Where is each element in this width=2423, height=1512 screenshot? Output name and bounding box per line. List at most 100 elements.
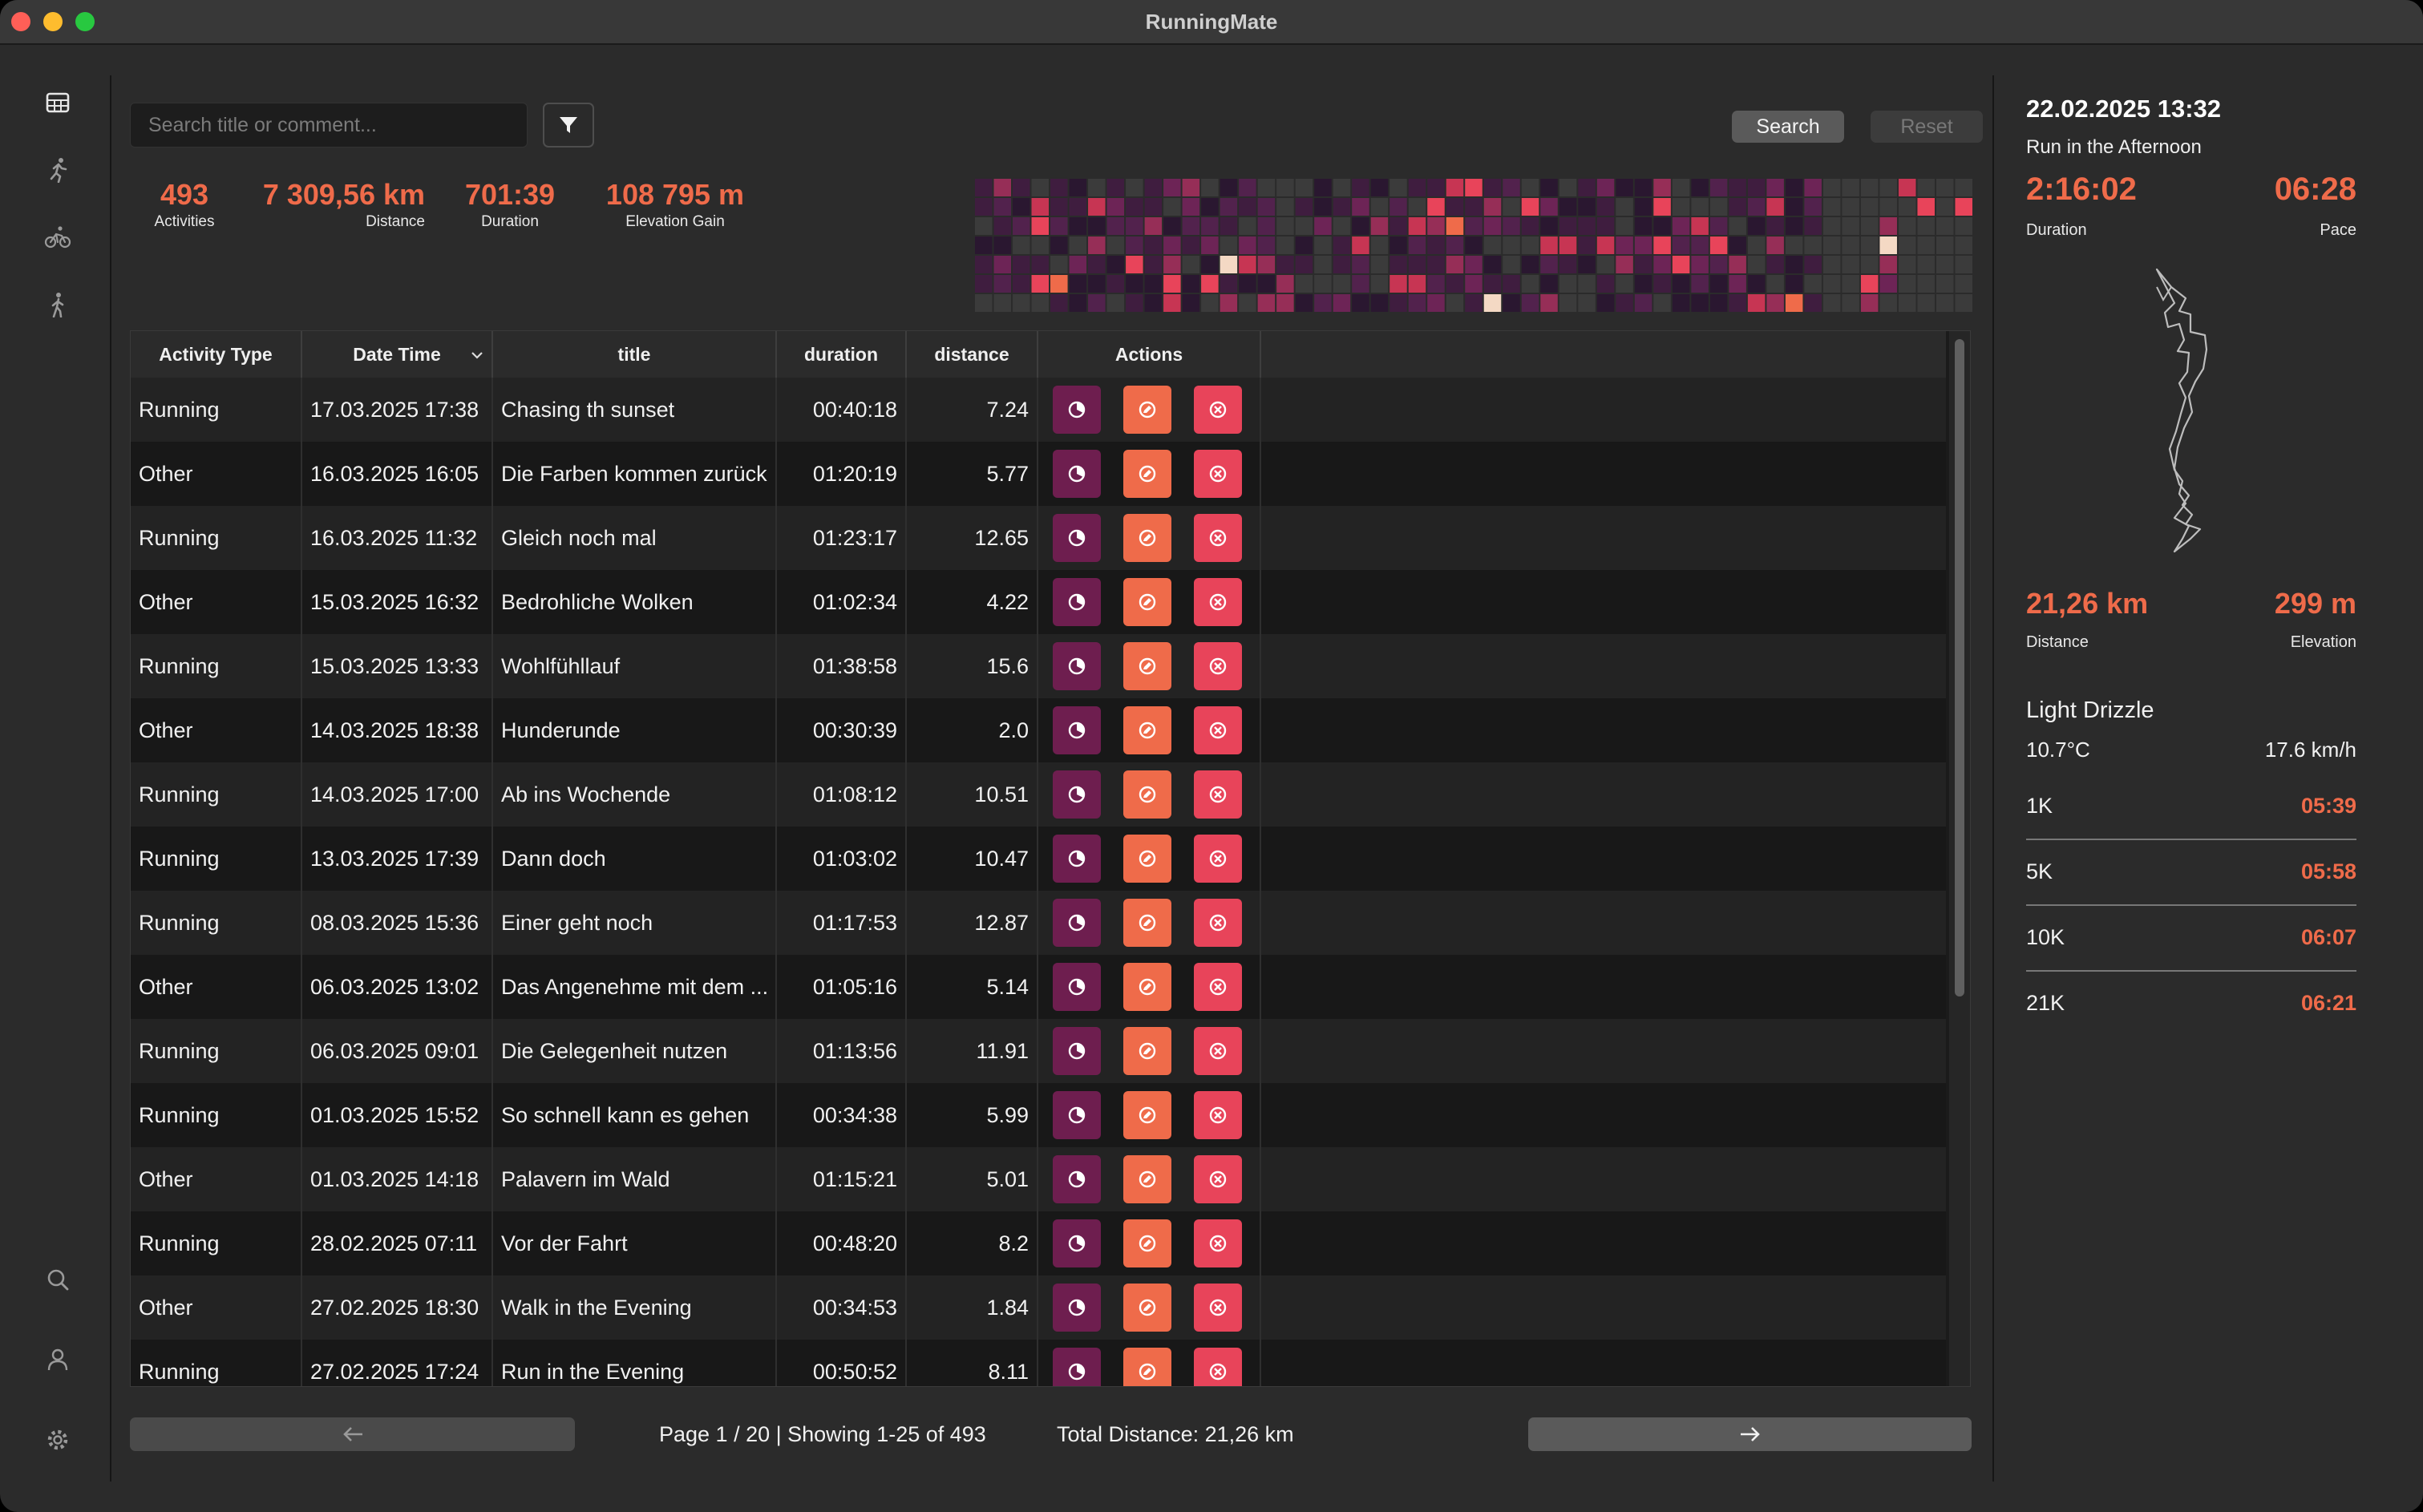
delete-activity-button[interactable] [1194,963,1242,1011]
heatmap-cell [1069,198,1087,216]
view-activity-button[interactable] [1053,770,1101,819]
table-row[interactable]: Other 14.03.2025 18:38 Hunderunde 00:30:39 2… [131,698,1946,762]
table-row[interactable]: Other 06.03.2025 13:02 Das Angenehme mit d… [131,955,1946,1019]
search-button[interactable]: Search [1732,111,1844,143]
reset-button[interactable]: Reset [1871,111,1983,143]
delete-activity-button[interactable] [1194,642,1242,690]
delete-activity-button[interactable] [1194,1219,1242,1267]
view-activity-button[interactable] [1053,386,1101,434]
table-row[interactable]: Other 01.03.2025 14:18 Palavern im Wald 01:… [131,1147,1946,1211]
column-header-duration[interactable]: duration [777,331,907,378]
edit-activity-button[interactable] [1123,899,1171,947]
table-row[interactable]: Running 08.03.2025 15:36 Einer geht noch 01… [131,891,1946,955]
table-row[interactable]: Running 13.03.2025 17:39 Dann doch 01:03:02… [131,827,1946,891]
edit-activity-button[interactable] [1123,770,1171,819]
filter-button[interactable] [543,103,594,148]
view-activity-button[interactable] [1053,1348,1101,1386]
column-header-distance[interactable]: distance [907,331,1038,378]
view-activity-button[interactable] [1053,1091,1101,1139]
view-activity-button[interactable] [1053,1027,1101,1075]
table-row[interactable]: Other 16.03.2025 16:05 Die Farben kommen z… [131,442,1946,506]
heatmap-cell [1220,256,1238,273]
edit-activity-button[interactable] [1123,835,1171,883]
edit-activity-button[interactable] [1123,1027,1171,1075]
delete-activity-button[interactable] [1194,835,1242,883]
table-row[interactable]: Running 15.03.2025 13:33 Wohlfühllauf 01:38… [131,634,1946,698]
edit-activity-button[interactable] [1123,642,1171,690]
edit-activity-button[interactable] [1123,706,1171,754]
heatmap-cell [1163,217,1181,235]
table-row[interactable]: Running 28.02.2025 07:11 Vor der Fahrt 00:4… [131,1211,1946,1275]
table-row[interactable]: Other 27.02.2025 18:30 Walk in the Evening… [131,1275,1946,1340]
cycling-icon[interactable] [40,220,75,255]
split-row: 10K 06:07 [2026,906,2356,972]
user-icon[interactable] [40,1342,75,1377]
table-row[interactable]: Running 27.02.2025 17:24 Run in the Evenin… [131,1340,1946,1386]
delete-activity-button[interactable] [1194,386,1242,434]
cell-duration: 01:38:58 [777,634,907,698]
delete-activity-button[interactable] [1194,1027,1242,1075]
delete-activity-button[interactable] [1194,770,1242,819]
cell-filler [1261,1275,1946,1340]
running-icon[interactable] [40,152,75,188]
delete-activity-button[interactable] [1194,578,1242,626]
delete-activity-button[interactable] [1194,1155,1242,1203]
delete-activity-button[interactable] [1194,450,1242,498]
delete-activity-button[interactable] [1194,706,1242,754]
table-scrollbar[interactable] [1949,331,1970,1386]
table-row[interactable]: Running 14.03.2025 17:00 Ab ins Wochende 01… [131,762,1946,827]
table-row[interactable]: Running 06.03.2025 09:01 Die Gelegenheit n… [131,1019,1946,1083]
heatmap-cell [1239,275,1256,293]
edit-activity-button[interactable] [1123,1348,1171,1386]
edit-activity-button[interactable] [1123,1091,1171,1139]
delete-activity-button[interactable] [1194,1284,1242,1332]
view-activity-button[interactable] [1053,706,1101,754]
search-input[interactable] [130,103,528,148]
view-activity-button[interactable] [1053,899,1101,947]
delete-activity-button[interactable] [1194,1091,1242,1139]
view-activity-button[interactable] [1053,450,1101,498]
search-icon[interactable] [40,1262,75,1297]
view-activity-button[interactable] [1053,642,1101,690]
column-header-date-time[interactable]: Date Time [302,331,493,378]
split-label: 21K [2026,991,2065,1015]
delete-activity-button[interactable] [1194,899,1242,947]
edit-activity-button[interactable] [1123,1284,1171,1332]
heatmap-cell [1503,179,1520,196]
view-activity-button[interactable] [1053,514,1101,562]
table-row[interactable]: Running 01.03.2025 15:52 So schnell kann e… [131,1083,1946,1147]
view-activity-button[interactable] [1053,835,1101,883]
table-row[interactable]: Running 17.03.2025 17:38 Chasing th sunset… [131,378,1946,442]
edit-activity-button[interactable] [1123,1155,1171,1203]
edit-activity-button[interactable] [1123,578,1171,626]
table-row[interactable]: Other 15.03.2025 16:32 Bedrohliche Wolken 0… [131,570,1946,634]
edit-activity-button[interactable] [1123,514,1171,562]
column-header-title[interactable]: title [493,331,777,378]
view-activity-button[interactable] [1053,1219,1101,1267]
column-header-activity-type[interactable]: Activity Type [131,331,302,378]
heatmap-cell [1503,275,1520,293]
cell-title: So schnell kann es gehen [493,1083,777,1147]
edit-activity-button[interactable] [1123,1219,1171,1267]
view-activity-button[interactable] [1053,963,1101,1011]
table-icon[interactable] [40,85,75,120]
delete-activity-button[interactable] [1194,514,1242,562]
walking-icon[interactable] [40,287,75,322]
heatmap-cell [1370,179,1389,196]
next-page-button[interactable] [1528,1417,1972,1451]
view-activity-button[interactable] [1053,1155,1101,1203]
scrollbar-thumb[interactable] [1955,339,1964,997]
settings-icon[interactable] [40,1422,75,1457]
delete-activity-button[interactable] [1194,1348,1242,1386]
previous-page-button[interactable] [130,1417,575,1451]
heatmap-cell [1596,256,1615,273]
filter-icon [560,117,577,133]
edit-icon [1139,401,1156,418]
view-activity-button[interactable] [1053,578,1101,626]
heatmap-cell [1842,237,1859,254]
view-activity-button[interactable] [1053,1284,1101,1332]
table-row[interactable]: Running 16.03.2025 11:32 Gleich noch mal 01… [131,506,1946,570]
edit-activity-button[interactable] [1123,450,1171,498]
edit-activity-button[interactable] [1123,963,1171,1011]
edit-activity-button[interactable] [1123,386,1171,434]
